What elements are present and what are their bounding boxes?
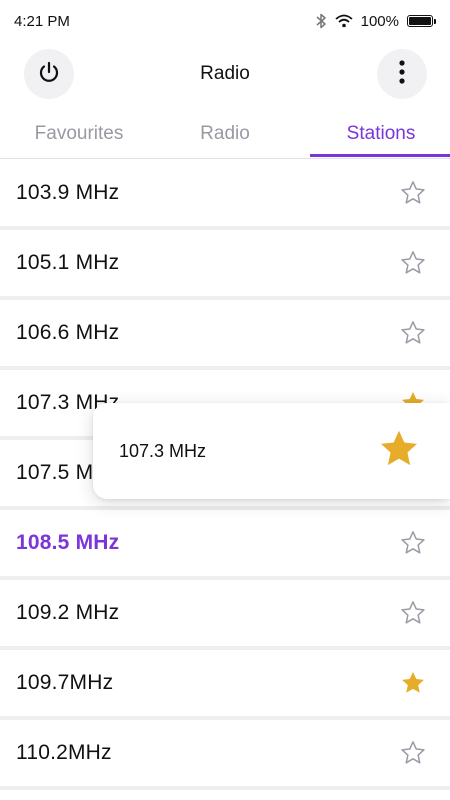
active-tab-indicator: [310, 154, 450, 157]
station-frequency: 105.1 MHz: [16, 251, 120, 274]
station-row[interactable]: 110.2MHz: [0, 720, 450, 790]
status-bar: 4:21 PM 100%: [0, 0, 450, 42]
station-frequency: 109.2 MHz: [16, 601, 120, 624]
station-frequency: 103.9 MHz: [16, 181, 120, 204]
station-row[interactable]: 109.2 MHz: [0, 580, 450, 650]
star-icon[interactable]: [398, 528, 428, 558]
star-icon[interactable]: [398, 668, 428, 698]
tab-radio[interactable]: Radio: [150, 112, 300, 156]
station-row-playing[interactable]: 108.5 MHz: [0, 510, 450, 580]
tab-stations[interactable]: Stations: [306, 112, 450, 156]
tab-favourites[interactable]: Favourites: [4, 112, 154, 156]
more-vertical-icon: [398, 59, 406, 90]
station-frequency: 108.5 MHz: [16, 531, 120, 554]
bluetooth-icon: [315, 13, 327, 29]
station-frequency: 106.6 MHz: [16, 321, 120, 344]
star-icon[interactable]: [398, 178, 428, 208]
more-options-button[interactable]: [377, 49, 427, 99]
star-icon[interactable]: [398, 318, 428, 348]
star-icon[interactable]: [376, 426, 422, 477]
star-icon[interactable]: [398, 738, 428, 768]
star-icon[interactable]: [398, 248, 428, 278]
wifi-icon: [335, 14, 353, 28]
tab-bar: Favourites Radio Stations: [0, 112, 450, 159]
app-bar: Radio: [0, 48, 450, 102]
battery-percent: 100%: [360, 12, 399, 30]
status-indicators: 100%: [315, 13, 436, 30]
station-row[interactable]: 109.7MHz: [0, 650, 450, 720]
station-row[interactable]: 105.1 MHz: [0, 230, 450, 300]
station-row[interactable]: 103.9 MHz: [0, 160, 450, 230]
dragged-station-card[interactable]: 107.3 MHz: [93, 403, 450, 499]
station-frequency: 109.7MHz: [16, 671, 114, 694]
status-time: 4:21 PM: [14, 12, 70, 30]
station-frequency: 110.2MHz: [16, 741, 112, 764]
station-row[interactable]: 106.6 MHz: [0, 300, 450, 370]
battery-icon: [407, 15, 436, 27]
star-icon[interactable]: [398, 598, 428, 628]
popup-station-frequency: 107.3 MHz: [119, 440, 207, 461]
